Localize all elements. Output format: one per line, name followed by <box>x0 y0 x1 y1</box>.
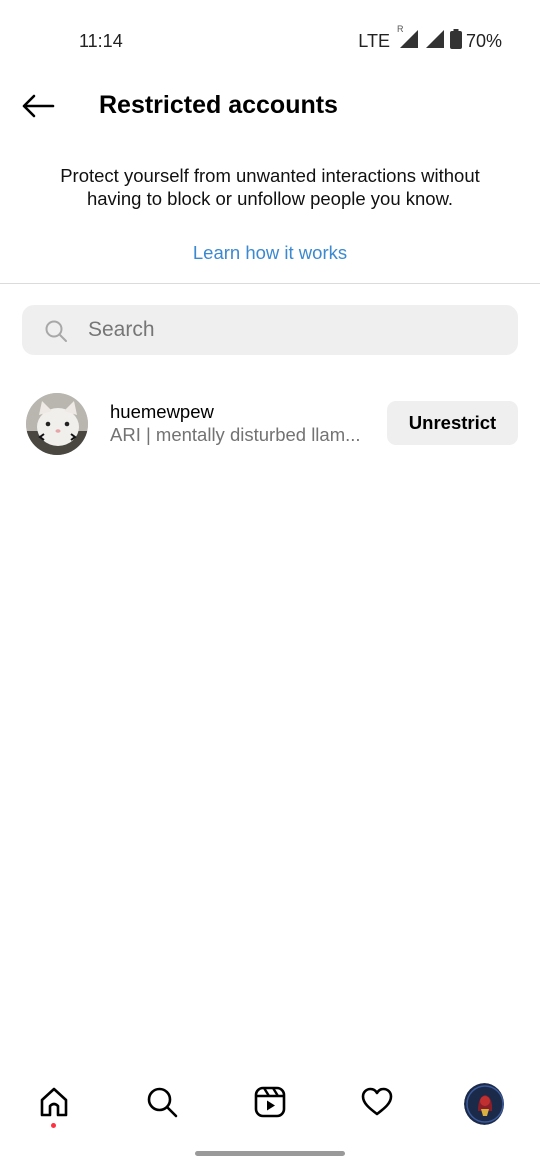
network-type: LTE <box>358 30 390 51</box>
search-icon <box>44 319 68 343</box>
top-bar: Restricted accounts <box>0 80 540 136</box>
avatar[interactable] <box>26 393 88 455</box>
home-indicator[interactable] <box>195 1151 345 1156</box>
roaming-signal-icon: R <box>397 24 420 55</box>
learn-how-it-works-link[interactable]: Learn how it works <box>0 242 540 264</box>
battery-level: 70% <box>465 30 502 51</box>
signal-icon <box>424 28 446 55</box>
bottom-nav <box>0 1070 540 1140</box>
heart-icon <box>360 1085 394 1124</box>
search-input[interactable] <box>88 305 498 355</box>
nav-profile[interactable] <box>464 1083 504 1125</box>
nav-search[interactable] <box>142 1084 182 1124</box>
restrict-description: Protect yourself from unwanted interacti… <box>60 165 480 209</box>
back-button[interactable] <box>18 90 58 126</box>
profile-avatar <box>464 1083 504 1125</box>
reels-icon <box>253 1085 287 1124</box>
page-title: Restricted accounts <box>99 91 338 119</box>
roaming-indicator: R <box>396 23 404 34</box>
nav-reels[interactable] <box>250 1084 290 1124</box>
nav-home[interactable] <box>34 1084 74 1124</box>
notification-dot <box>51 1123 56 1128</box>
status-bar: 11:14 LTE R 70% <box>0 0 540 80</box>
home-icon <box>37 1085 71 1124</box>
account-username[interactable]: huemewpew <box>110 401 214 423</box>
nav-activity[interactable] <box>357 1084 397 1124</box>
search-icon <box>145 1085 179 1124</box>
back-arrow-icon <box>21 94 55 123</box>
search-box[interactable] <box>22 305 518 355</box>
status-indicators: LTE R 70% <box>358 24 502 55</box>
battery-icon <box>449 28 462 54</box>
status-time: 11:14 <box>79 31 123 51</box>
divider <box>0 283 540 284</box>
unrestrict-button[interactable]: Unrestrict <box>387 401 518 445</box>
account-bio: ARI | mentally disturbed llam... <box>110 424 361 445</box>
account-row[interactable]: huemewpew ARI | mentally disturbed llam.… <box>0 388 540 460</box>
